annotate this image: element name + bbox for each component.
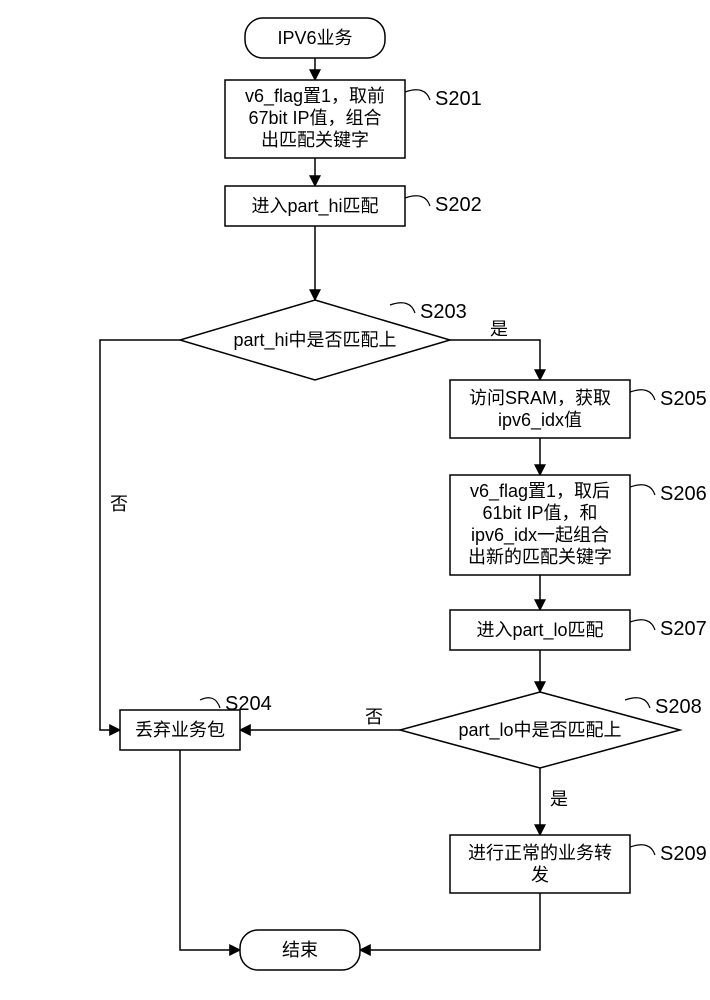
s206-line1: v6_flag置1，取后: [470, 481, 610, 502]
s208-text: part_lo中是否匹配上: [458, 720, 621, 741]
s201-label: S201: [435, 88, 482, 110]
terminal-start-label: IPV6业务: [277, 28, 352, 48]
s204-label: S204: [225, 693, 272, 715]
s203-label: S203: [420, 301, 467, 323]
flowchart: IPV6业务 v6_flag置1，取前 67bit IP值，组合 出匹配关键字 …: [0, 0, 710, 1000]
s206-label: S206: [660, 483, 707, 505]
s203-no: 否: [110, 494, 128, 514]
terminal-end-label: 结束: [282, 940, 318, 960]
s206-line4: 出新的匹配关键字: [468, 547, 612, 567]
s202-label: S202: [435, 194, 482, 216]
s209-line2: 发: [531, 865, 549, 885]
s201-line2: 67bit IP值，组合: [248, 108, 381, 128]
s209-line1: 进行正常的业务转: [468, 843, 612, 863]
s205-label: S205: [660, 388, 707, 410]
s208-yes: 是: [550, 789, 568, 809]
s201-line3: 出匹配关键字: [261, 130, 369, 150]
s205-line2: ipv6_idx值: [498, 410, 582, 431]
s208-no: 否: [365, 707, 383, 727]
s207-label: S207: [660, 618, 707, 640]
s207-text: 进入part_lo匹配: [476, 620, 603, 641]
s206-line3: ipv6_idx一起组合: [471, 525, 609, 546]
s202-text: 进入part_hi匹配: [251, 196, 378, 217]
s205-line1: 访问SRAM，获取: [469, 388, 611, 408]
s209-label: S209: [660, 843, 707, 865]
s201-line1: v6_flag置1，取前: [245, 86, 385, 107]
s208-label: S208: [655, 696, 702, 718]
s203-yes: 是: [490, 319, 508, 339]
s204-text: 丢弃业务包: [135, 720, 225, 740]
s203-text: part_hi中是否匹配上: [233, 330, 396, 351]
s206-line2: 61bit IP值，和: [482, 503, 597, 523]
